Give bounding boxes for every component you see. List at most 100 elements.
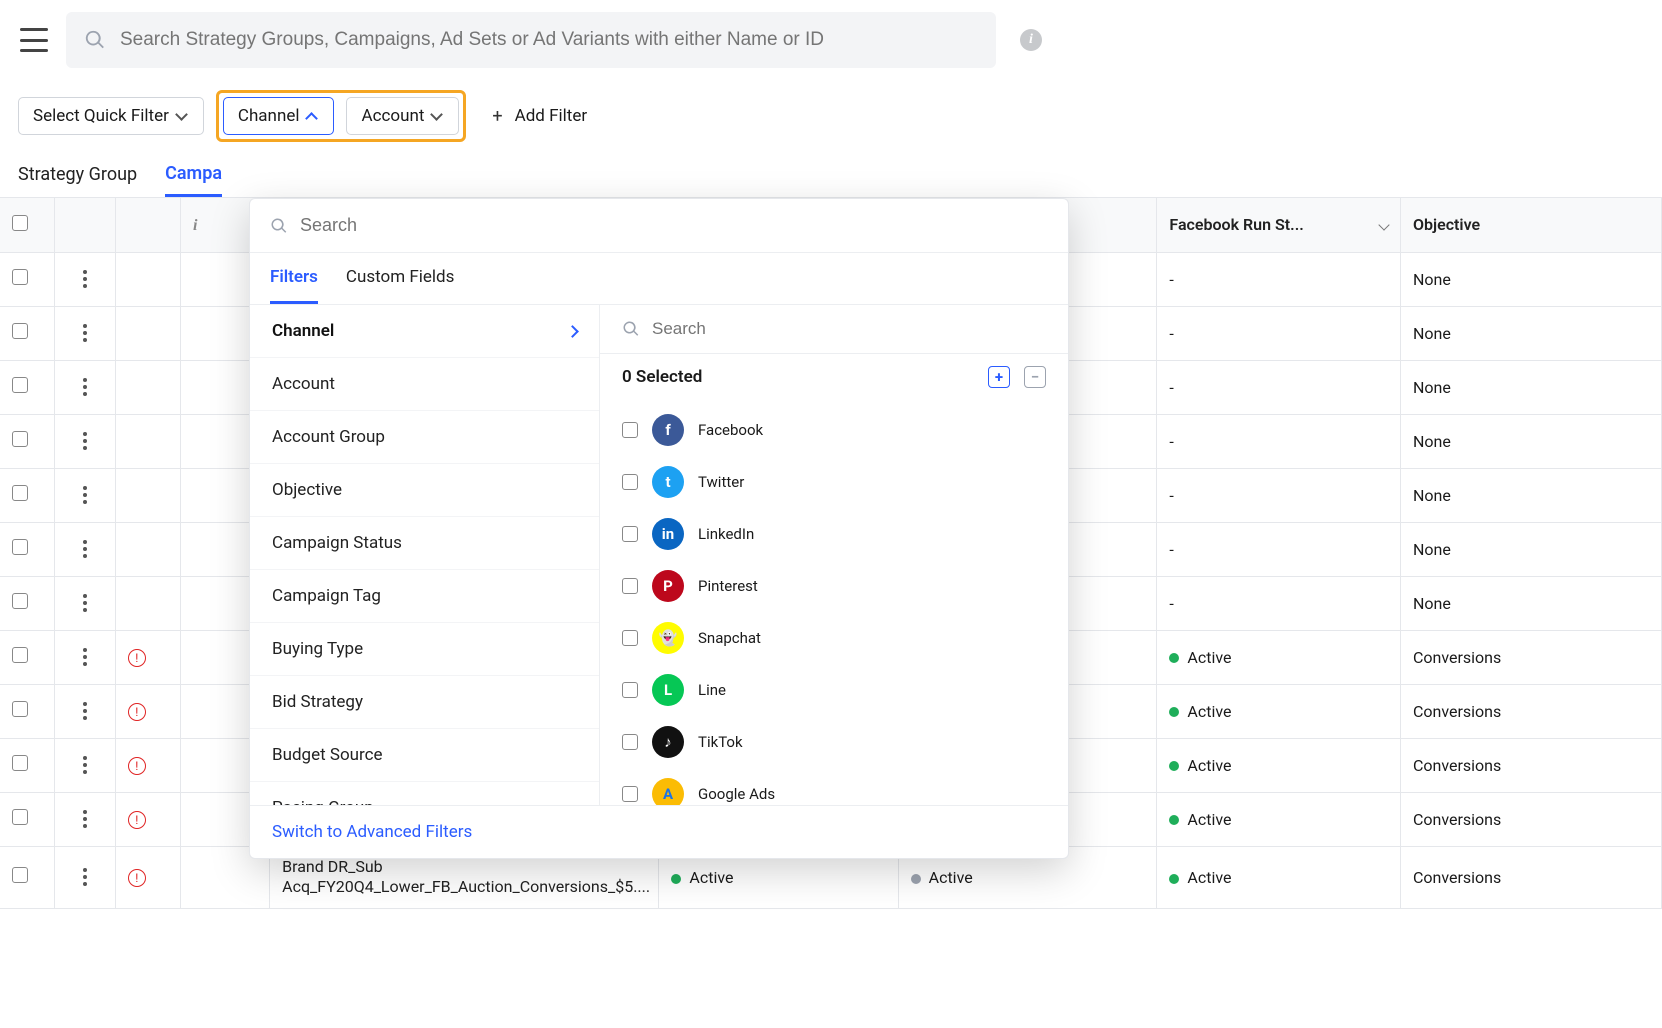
filter-option-row[interactable]: L Line <box>622 664 1046 716</box>
filter-category-item[interactable]: Buying Type <box>250 623 599 676</box>
filter-category-item[interactable]: Campaign Status <box>250 517 599 570</box>
row-kebab-menu[interactable] <box>54 306 115 360</box>
option-checkbox[interactable] <box>622 630 638 646</box>
row-kebab-menu[interactable] <box>54 576 115 630</box>
filter-category-item[interactable]: Objective <box>250 464 599 517</box>
row-checkbox[interactable] <box>0 414 54 468</box>
options-search-input[interactable] <box>652 319 1046 339</box>
filter-option-row[interactable]: in LinkedIn <box>622 508 1046 560</box>
plus-icon: + <box>492 106 502 127</box>
option-checkbox[interactable] <box>622 578 638 594</box>
global-search[interactable] <box>66 12 996 68</box>
error-icon[interactable]: ! <box>128 811 146 829</box>
row-kebab-menu[interactable] <box>54 630 115 684</box>
option-label: Facebook <box>698 421 763 439</box>
row-checkbox[interactable] <box>0 576 54 630</box>
fb-run-status-cell: - <box>1157 252 1401 306</box>
row-checkbox[interactable] <box>0 252 54 306</box>
row-kebab-menu[interactable] <box>54 684 115 738</box>
row-kebab-menu[interactable] <box>54 738 115 792</box>
row-error-cell: ! <box>115 792 180 846</box>
row-kebab-menu[interactable] <box>54 252 115 306</box>
select-all-header[interactable] <box>0 198 54 252</box>
row-kebab-menu[interactable] <box>54 360 115 414</box>
quick-filter-label: Select Quick Filter <box>33 106 169 126</box>
tab-strategy-group[interactable]: Strategy Group <box>18 154 137 195</box>
chevron-down-icon <box>432 110 444 122</box>
row-kebab-menu[interactable] <box>54 792 115 846</box>
filter-highlight-group: Channel Account <box>216 90 467 142</box>
info-icon[interactable]: i <box>1020 29 1042 51</box>
row-kebab-menu[interactable] <box>54 468 115 522</box>
objective-cell: Conversions <box>1400 738 1661 792</box>
row-checkbox[interactable] <box>0 360 54 414</box>
row-kebab-menu[interactable] <box>54 522 115 576</box>
row-error-cell: ! <box>115 846 180 909</box>
option-checkbox[interactable] <box>622 474 638 490</box>
row-checkbox[interactable] <box>0 846 54 909</box>
option-checkbox[interactable] <box>622 422 638 438</box>
fb-run-status-cell: Active <box>1157 738 1401 792</box>
filter-option-row[interactable]: 👻 Snapchat <box>622 612 1046 664</box>
option-checkbox[interactable] <box>622 734 638 750</box>
error-icon[interactable]: ! <box>128 757 146 775</box>
filter-category-item[interactable]: Account Group <box>250 411 599 464</box>
option-checkbox[interactable] <box>622 526 638 542</box>
option-label: LinkedIn <box>698 525 754 543</box>
option-label: Line <box>698 681 726 699</box>
filter-option-row[interactable]: ♪ TikTok <box>622 716 1046 768</box>
filter-category-item[interactable]: Account <box>250 358 599 411</box>
quick-filter-button[interactable]: Select Quick Filter <box>18 97 204 135</box>
tab-campaign[interactable]: Campa <box>165 153 222 197</box>
error-icon[interactable]: ! <box>128 649 146 667</box>
row-checkbox[interactable] <box>0 306 54 360</box>
row-kebab-menu[interactable] <box>54 846 115 909</box>
row-checkbox[interactable] <box>0 792 54 846</box>
row-error-cell <box>115 522 180 576</box>
channel-filter-button[interactable]: Channel <box>223 97 335 135</box>
filter-option-row[interactable]: P Pinterest <box>622 560 1046 612</box>
twitter-icon: t <box>652 466 684 498</box>
option-checkbox[interactable] <box>622 786 638 802</box>
error-icon[interactable]: ! <box>128 703 146 721</box>
filter-option-row[interactable]: t Twitter <box>622 456 1046 508</box>
filter-category-item[interactable]: Bid Strategy <box>250 676 599 729</box>
search-icon <box>84 29 106 51</box>
hamburger-icon[interactable] <box>20 28 48 52</box>
row-checkbox[interactable] <box>0 738 54 792</box>
switch-advanced-filters-link[interactable]: Switch to Advanced Filters <box>272 822 472 842</box>
row-kebab-menu[interactable] <box>54 414 115 468</box>
error-icon[interactable]: ! <box>128 869 146 887</box>
account-filter-button[interactable]: Account <box>346 97 459 135</box>
pinterest-icon: P <box>652 570 684 602</box>
fb-run-status-header[interactable]: Facebook Run St... <box>1157 198 1401 252</box>
filter-category-item[interactable]: Channel <box>250 305 599 358</box>
filter-option-row[interactable]: f Facebook <box>622 404 1046 456</box>
dropdown-search-input[interactable] <box>300 215 1048 236</box>
dropdown-tabs: Filters Custom Fields <box>250 253 1068 305</box>
row-checkbox[interactable] <box>0 522 54 576</box>
dropdown-tab-custom-fields[interactable]: Custom Fields <box>346 253 454 304</box>
include-mode-button[interactable]: + <box>988 366 1010 388</box>
row-checkbox[interactable] <box>0 684 54 738</box>
options-search[interactable] <box>600 305 1068 354</box>
objective-header[interactable]: Objective <box>1400 198 1661 252</box>
facebook-icon: f <box>652 414 684 446</box>
fb-run-status-cell: - <box>1157 414 1401 468</box>
filter-category-item[interactable]: Budget Source <box>250 729 599 782</box>
filter-option-row[interactable]: A Google Ads <box>622 768 1046 805</box>
exclude-mode-button[interactable]: − <box>1024 366 1046 388</box>
objective-cell: None <box>1400 576 1661 630</box>
objective-cell: Conversions <box>1400 792 1661 846</box>
row-checkbox[interactable] <box>0 630 54 684</box>
filter-category-item[interactable]: Campaign Tag <box>250 570 599 623</box>
search-input[interactable] <box>120 29 978 51</box>
option-checkbox[interactable] <box>622 682 638 698</box>
snapchat-icon: 👻 <box>652 622 684 654</box>
dropdown-search[interactable] <box>250 199 1068 253</box>
fb-run-status-cell: - <box>1157 576 1401 630</box>
filter-category-item[interactable]: Pacing Group <box>250 782 599 805</box>
dropdown-tab-filters[interactable]: Filters <box>270 253 318 304</box>
row-checkbox[interactable] <box>0 468 54 522</box>
add-filter-button[interactable]: + Add Filter <box>478 98 601 135</box>
